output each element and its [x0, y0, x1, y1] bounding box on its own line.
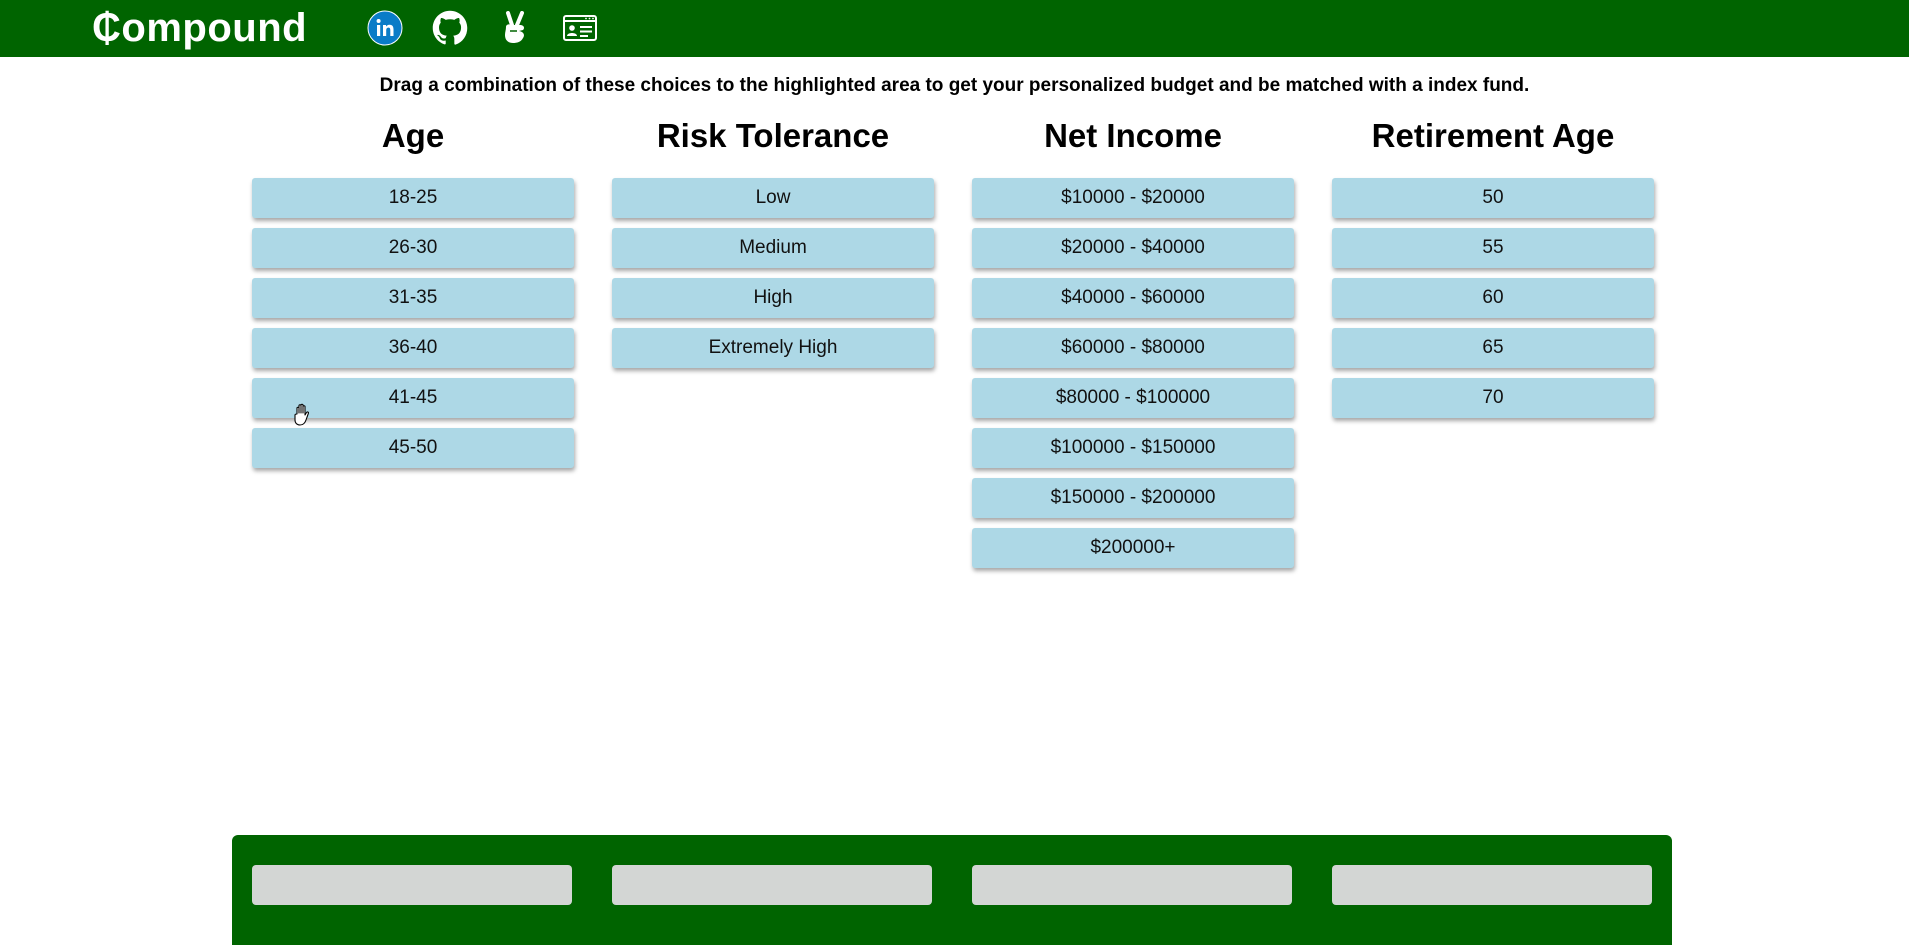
choice-income-6[interactable]: $100000 - $150000 — [972, 428, 1294, 468]
column-retirement-age: Retirement Age 50 55 60 65 70 — [1332, 114, 1654, 428]
brand-logo[interactable]: ₵ompound — [92, 4, 307, 52]
choice-age-45-50[interactable]: 45-50 — [252, 428, 574, 468]
navbar: ₵ompound — [0, 0, 1909, 57]
choice-retire-55[interactable]: 55 — [1332, 228, 1654, 268]
column-title: Retirement Age — [1371, 117, 1615, 154]
instructions-text: Drag a combination of these choices to t… — [379, 75, 1530, 96]
choice-age-18-25[interactable]: 18-25 — [252, 178, 574, 218]
choice-retire-60[interactable]: 60 — [1332, 278, 1654, 318]
column-risk-tolerance: Risk Tolerance Low Medium High Extremely… — [612, 114, 934, 378]
choice-income-5[interactable]: $80000 - $100000 — [972, 378, 1294, 418]
portfolio-icon[interactable] — [562, 10, 598, 46]
choice-income-2[interactable]: $20000 - $40000 — [972, 228, 1294, 268]
choice-income-7[interactable]: $150000 - $200000 — [972, 478, 1294, 518]
choice-income-8[interactable]: $200000+ — [972, 528, 1294, 568]
choice-income-4[interactable]: $60000 - $80000 — [972, 328, 1294, 368]
column-age: Age 18-25 26-30 31-35 36-40 41-45 45-50 — [252, 114, 574, 478]
drop-slot-net-income[interactable] — [972, 865, 1292, 905]
choice-retire-65[interactable]: 65 — [1332, 328, 1654, 368]
choice-age-36-40[interactable]: 36-40 — [252, 328, 574, 368]
github-icon[interactable] — [432, 10, 468, 46]
choice-risk-low[interactable]: Low — [612, 178, 934, 218]
linkedin-icon[interactable] — [367, 10, 403, 46]
column-title: Net Income — [1044, 117, 1222, 154]
choice-age-41-45[interactable]: 41-45 — [252, 378, 574, 418]
choice-age-26-30[interactable]: 26-30 — [252, 228, 574, 268]
drop-slot-retirement-age[interactable] — [1332, 865, 1652, 905]
choice-income-3[interactable]: $40000 - $60000 — [972, 278, 1294, 318]
choice-risk-medium[interactable]: Medium — [612, 228, 934, 268]
choice-risk-high[interactable]: High — [612, 278, 934, 318]
drop-slot-age[interactable] — [252, 865, 572, 905]
choice-retire-70[interactable]: 70 — [1332, 378, 1654, 418]
choice-age-31-35[interactable]: 31-35 — [252, 278, 574, 318]
angellist-icon[interactable] — [497, 10, 533, 46]
column-net-income: Net Income $10000 - $20000 $20000 - $400… — [972, 114, 1294, 578]
column-title: Risk Tolerance — [656, 117, 890, 154]
column-title: Age — [381, 117, 445, 154]
choice-risk-extremely-high[interactable]: Extremely High — [612, 328, 934, 368]
choice-retire-50[interactable]: 50 — [1332, 178, 1654, 218]
drop-slot-risk-tolerance[interactable] — [612, 865, 932, 905]
choice-income-1[interactable]: $10000 - $20000 — [972, 178, 1294, 218]
